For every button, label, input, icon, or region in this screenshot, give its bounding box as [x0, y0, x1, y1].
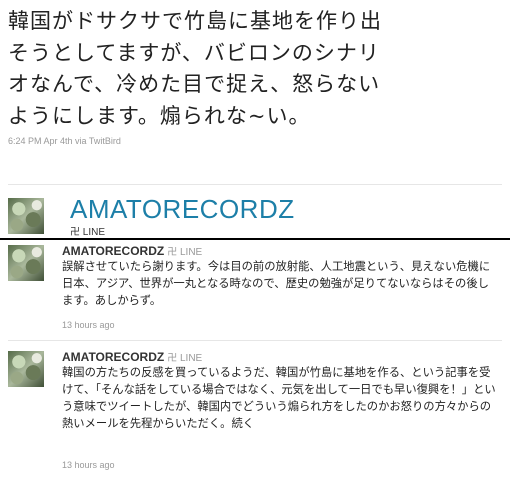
- tweet-avatar[interactable]: [8, 245, 44, 281]
- profile-name[interactable]: AMATORECORDZ: [70, 194, 295, 225]
- profile-avatar[interactable]: [8, 198, 44, 234]
- tweet-username[interactable]: AMATORECORDZ: [62, 244, 164, 258]
- top-tweet: 韓国がドサクサで竹島に基地を作り出 そうとしてますが、バビロンのシナリ オなんで…: [8, 6, 502, 146]
- tweet-avatar[interactable]: [8, 351, 44, 387]
- tweet-item: AMATORECORDZ 卍 LINE 韓国の方たちの反感を買っているようだ、韓国…: [8, 348, 502, 476]
- profile-sub: 卍 LINE: [70, 227, 106, 238]
- tweet-item: AMATORECORDZ 卍 LINE 誤解させていたら謝ります。今は目の前の放射…: [8, 242, 502, 338]
- top-tweet-meta: 6:24 PM Apr 4th via TwitBird: [8, 136, 121, 146]
- tweet-time[interactable]: 13 hours ago: [62, 460, 115, 470]
- top-tweet-text: 韓国がドサクサで竹島に基地を作り出 そうとしてますが、バビロンのシナリ オなんで…: [8, 9, 382, 128]
- tweet-time[interactable]: 13 hours ago: [62, 320, 115, 330]
- tweet-body: 誤解させていたら謝ります。今は目の前の放射能、人工地震という、見えない危機に日本…: [62, 260, 491, 307]
- black-divider: [0, 238, 510, 240]
- tweet-username[interactable]: AMATORECORDZ: [62, 350, 164, 364]
- tweet-body: 韓国の方たちの反感を買っているようだ、韓国が竹島に基地を作る、という記事を受けて…: [62, 366, 496, 430]
- tweet-line-label: 卍 LINE: [167, 353, 203, 364]
- divider: [8, 340, 502, 341]
- divider: [8, 184, 502, 185]
- profile-header: AMATORECORDZ 卍 LINE: [8, 194, 502, 238]
- tweet-line-label: 卍 LINE: [167, 247, 203, 258]
